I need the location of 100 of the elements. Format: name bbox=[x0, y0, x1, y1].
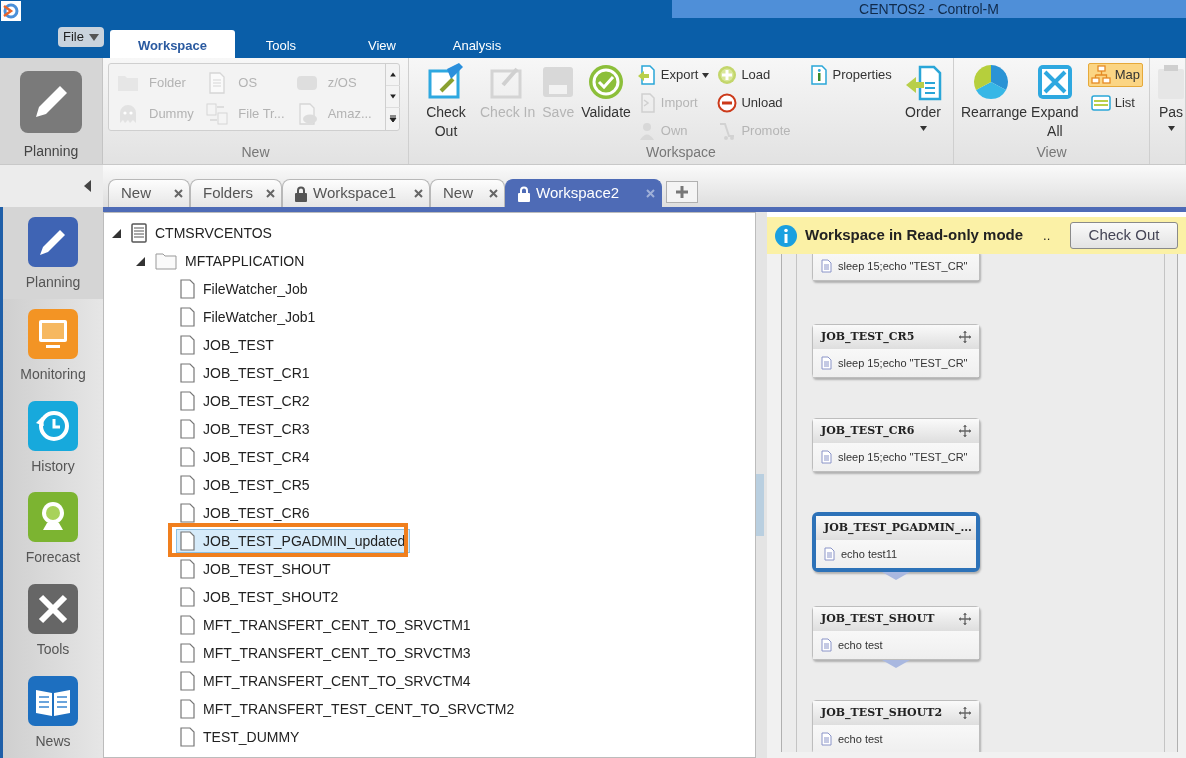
nav-item[interactable]: Forecast bbox=[3, 482, 103, 575]
ribbon-button[interactable]: List bbox=[1087, 91, 1143, 115]
document-tab[interactable]: Workspace1 bbox=[282, 179, 430, 207]
job-node[interactable]: JOB_TEST_PGADMIN_... echo test11 bbox=[812, 512, 980, 572]
tree-item[interactable]: MFTAPPLICATION bbox=[151, 249, 310, 273]
document-icon bbox=[180, 559, 195, 579]
ribbon-button[interactable]: Check Out bbox=[414, 63, 478, 141]
file-menu-button[interactable]: File bbox=[58, 27, 104, 47]
document-icon bbox=[180, 727, 195, 747]
collapse-icon[interactable] bbox=[84, 180, 91, 192]
more-indicator[interactable]: .. bbox=[1043, 225, 1051, 246]
tree-item[interactable]: JOB_TEST_CR1 bbox=[176, 361, 315, 385]
tree-item[interactable]: TEST_DUMMY bbox=[176, 725, 305, 749]
close-icon[interactable] bbox=[489, 189, 498, 198]
job-node[interactable]: JOB_TEST_CR6 sleep 15;echo "TEST_CR" bbox=[812, 418, 980, 472]
close-icon[interactable] bbox=[266, 189, 275, 198]
ribbon-button[interactable]: Map bbox=[1087, 63, 1143, 87]
caret-icon bbox=[88, 33, 99, 41]
nav-item[interactable]: Monitoring bbox=[3, 298, 103, 391]
tools-icon bbox=[28, 584, 78, 635]
ribbon-button[interactable]: Export bbox=[633, 63, 713, 87]
tree-item[interactable]: JOB_TEST_SHOUT2 bbox=[176, 585, 344, 609]
lock-icon bbox=[518, 185, 530, 202]
tree-item[interactable]: MFT_TRANSFERT_CENT_TO_SRVCTM1 bbox=[176, 613, 476, 637]
tree-item[interactable]: MFT_TRANSFERT_CENT_TO_SRVCTM4 bbox=[176, 669, 476, 693]
close-icon[interactable] bbox=[414, 189, 423, 198]
tree-item[interactable]: JOB_TEST_CR4 bbox=[176, 445, 315, 469]
nav-item[interactable]: Planning bbox=[3, 207, 103, 299]
document-icon bbox=[180, 671, 195, 691]
nav-item[interactable]: Tools bbox=[3, 574, 103, 667]
ribbon-button[interactable]: Load bbox=[714, 63, 794, 87]
group-label: New bbox=[240, 143, 271, 160]
job-title: JOB_TEST_CR6 bbox=[821, 422, 915, 439]
book-icon bbox=[28, 676, 78, 727]
document-arrow-icon bbox=[636, 65, 657, 85]
ribbon-tab[interactable]: Tools bbox=[234, 30, 327, 58]
document-icon bbox=[180, 531, 195, 551]
move-icon[interactable] bbox=[959, 425, 971, 437]
move-icon[interactable] bbox=[959, 707, 971, 719]
minus-circle-icon bbox=[717, 93, 738, 113]
tree-item[interactable]: JOB_TEST bbox=[176, 333, 279, 357]
ribbon-button[interactable]: Order bbox=[902, 63, 944, 131]
job-node[interactable]: JOB_TEST_CR5 sleep 15;echo "TEST_CR" bbox=[812, 324, 980, 378]
tree-item[interactable]: JOB_TEST_CR2 bbox=[176, 389, 315, 413]
ribbon-tab[interactable]: Workspace bbox=[109, 30, 235, 58]
job-command: echo test11 bbox=[841, 546, 898, 562]
document-icon bbox=[180, 419, 195, 439]
move-icon[interactable] bbox=[959, 613, 971, 625]
document-icon bbox=[180, 363, 195, 383]
document-icon bbox=[180, 307, 195, 327]
ribbon-tab[interactable]: View bbox=[326, 30, 437, 58]
hierarchy-icon bbox=[1090, 65, 1111, 85]
document-icon bbox=[180, 475, 195, 495]
job-node[interactable]: JOB_TEST_SHOUT2 echo test bbox=[812, 700, 980, 752]
ribbon-button[interactable]: Pas bbox=[1150, 63, 1185, 131]
tree-item[interactable]: JOB_TEST_PGADMIN_updated bbox=[176, 529, 411, 553]
document-icon bbox=[180, 503, 195, 523]
document-icon bbox=[180, 447, 195, 467]
job-node[interactable]: JOB_TEST_SHOUT echo test bbox=[812, 606, 980, 660]
tree-item[interactable]: MFT_TRANSFERT_CENT_TO_SRVCTM3 bbox=[176, 641, 476, 665]
tree-item[interactable]: JOB_TEST_SHOUT bbox=[176, 557, 336, 581]
add-tab-button[interactable] bbox=[666, 181, 698, 203]
nav-item[interactable]: History bbox=[3, 390, 103, 483]
ribbon-tab[interactable]: Analysis bbox=[436, 30, 517, 58]
tree-item[interactable]: JOB_TEST_CR6 bbox=[176, 501, 315, 525]
document-tab[interactable]: New bbox=[108, 179, 190, 207]
job-title: JOB_TEST_PGADMIN_... bbox=[824, 519, 972, 536]
job-node[interactable]: sleep 15;echo "TEST_CR" bbox=[812, 254, 980, 281]
check-out-button[interactable]: Check Out bbox=[1070, 222, 1178, 249]
script-icon bbox=[821, 638, 832, 652]
tree-item[interactable]: CTMSRVCENTOS bbox=[127, 221, 277, 245]
document-tab[interactable]: New bbox=[430, 179, 505, 207]
tree-item[interactable]: MFT_TRANSFERT_TEST_CENT_TO_SRVCTM2 bbox=[176, 697, 520, 721]
tree-item[interactable]: JOB_TEST_CR3 bbox=[176, 417, 315, 441]
document-icon bbox=[180, 587, 195, 607]
script-icon bbox=[821, 732, 832, 746]
job-title: JOB_TEST_CR5 bbox=[821, 328, 915, 345]
move-icon[interactable] bbox=[959, 331, 971, 343]
list-icon bbox=[1090, 93, 1111, 113]
tree-item[interactable]: FileWatcher_Job bbox=[176, 277, 313, 301]
expander-icon[interactable] bbox=[136, 256, 145, 266]
splitter-handle[interactable] bbox=[756, 474, 764, 536]
script-icon bbox=[821, 450, 832, 464]
close-icon[interactable] bbox=[174, 189, 183, 198]
expander-icon[interactable] bbox=[112, 228, 121, 238]
job-command: echo test bbox=[838, 731, 883, 747]
document-icon bbox=[180, 615, 195, 635]
document-tab[interactable]: Workspace2 bbox=[505, 179, 662, 207]
pencil-icon bbox=[20, 71, 82, 133]
ribbon-button[interactable]: Properties bbox=[805, 63, 895, 87]
document-tab[interactable]: Folders bbox=[190, 179, 282, 207]
monitor-icon bbox=[28, 308, 78, 359]
tree-item[interactable]: JOB_TEST_CR5 bbox=[176, 473, 315, 497]
group-label: Workspace bbox=[645, 143, 717, 160]
info-document-icon bbox=[808, 65, 829, 85]
expand-arrows-icon bbox=[1035, 63, 1074, 101]
nav-item[interactable]: News bbox=[3, 666, 103, 758]
ribbon-button[interactable]: Validate bbox=[579, 63, 633, 122]
ribbon-button[interactable]: Unload bbox=[714, 91, 794, 115]
tree-item[interactable]: FileWatcher_Job1 bbox=[176, 305, 321, 329]
